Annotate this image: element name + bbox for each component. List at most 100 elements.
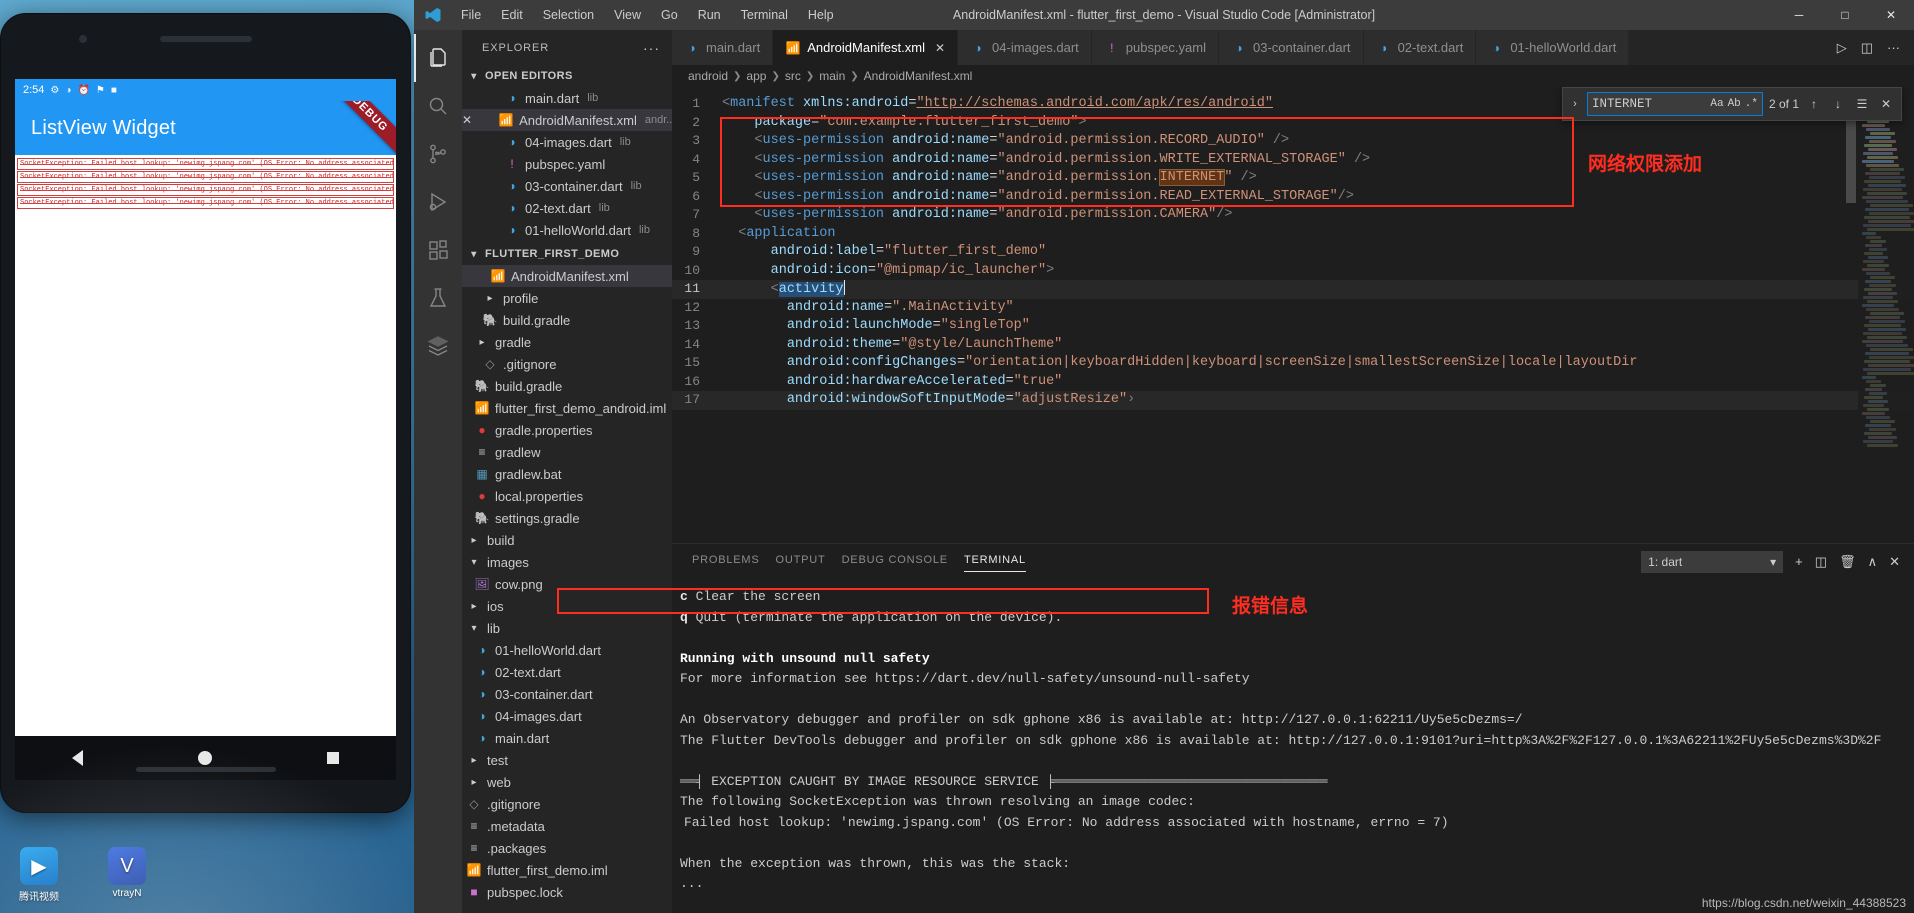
maximize-button[interactable]: □ — [1822, 0, 1868, 30]
close-panel-icon[interactable]: ✕ — [1889, 554, 1900, 570]
code-line[interactable]: 17 android:windowSoftInputMode="adjustRe… — [672, 391, 1914, 410]
editor-minimap[interactable] — [1858, 87, 1914, 543]
tree-file[interactable]: ◇ .gitignore — [462, 353, 672, 375]
open-editor-item[interactable]: ! pubspec.yaml — [462, 153, 672, 175]
tree-file[interactable]: ◑ 02-text.dart — [462, 661, 672, 683]
tree-file[interactable]: 📶 flutter_first_demo_android.iml — [462, 397, 672, 419]
tree-file[interactable]: 🐘 build.gradle — [462, 309, 672, 331]
editor-tab[interactable]: ◑ 02-text.dart — [1363, 30, 1477, 65]
close-button[interactable]: ✕ — [1868, 0, 1914, 30]
split-editor-icon[interactable]: ◫ — [1861, 40, 1873, 56]
find-previous-icon[interactable]: ↑ — [1805, 97, 1823, 111]
tree-file[interactable]: 📶 flutter_first_demo.iml — [462, 859, 672, 881]
editor-more-icon[interactable]: ··· — [1887, 40, 1900, 55]
nav-back-icon[interactable] — [72, 750, 84, 766]
tree-file[interactable]: ◑ main.dart — [462, 727, 672, 749]
tab-problems[interactable]: PROBLEMS — [692, 554, 760, 570]
editor-tab[interactable]: ◑ 01-helloWorld.dart — [1476, 30, 1630, 65]
breadcrumb-item[interactable]: main — [819, 69, 845, 83]
nav-recents-icon[interactable] — [326, 752, 339, 764]
menu-file[interactable]: File — [452, 5, 490, 25]
tree-folder[interactable]: ▸ gradle — [462, 331, 672, 353]
menu-help[interactable]: Help — [799, 5, 843, 25]
find-input[interactable]: INTERNET Aa Ab .* — [1587, 92, 1763, 116]
find-widget[interactable]: › INTERNET Aa Ab .* 2 of 1 ↑ ↓ ☰ ✕ — [1562, 87, 1902, 121]
desktop-icon-vtrayn[interactable]: V vtrayN — [98, 847, 156, 903]
code-line[interactable]: 6 <uses-permission android:name="android… — [672, 188, 1914, 207]
code-line[interactable]: 3 <uses-permission android:name="android… — [672, 132, 1914, 151]
code-line[interactable]: 7 <uses-permission android:name="android… — [672, 206, 1914, 225]
tree-file[interactable]: 🖼 cow.png — [462, 573, 672, 595]
menu-run[interactable]: Run — [689, 5, 730, 25]
editor-scrollbar[interactable] — [1844, 87, 1858, 543]
testing-icon[interactable] — [414, 274, 462, 322]
code-line[interactable]: 9 android:label="flutter_first_demo" — [672, 243, 1914, 262]
tree-file[interactable]: ▦ gradlew.bat — [462, 463, 672, 485]
split-terminal-icon[interactable]: ◫ — [1815, 554, 1827, 570]
match-case-icon[interactable]: Aa — [1710, 98, 1723, 110]
breadcrumb[interactable]: android ❯ app ❯ src ❯ main ❯ AndroidMani… — [672, 65, 1914, 87]
panel-actions[interactable]: 1: dart ▾ + ◫ 🗑 ∧ ✕ — [1641, 550, 1914, 573]
editor-tab-actions[interactable]: ▷ ◫ ··· — [1823, 30, 1914, 65]
open-editor-item[interactable]: ◑ 01-helloWorld.dart lib — [462, 219, 672, 241]
run-debug-icon[interactable] — [414, 178, 462, 226]
code-line[interactable]: 5 <uses-permission android:name="android… — [672, 169, 1914, 188]
menu-selection[interactable]: Selection — [534, 5, 603, 25]
tree-file[interactable]: ◑ 04-images.dart — [462, 705, 672, 727]
breadcrumb-item[interactable]: src — [785, 69, 801, 83]
tree-folder[interactable]: ▸ build — [462, 529, 672, 551]
window-controls[interactable]: ─ □ ✕ — [1776, 0, 1914, 30]
breadcrumb-item[interactable]: app — [746, 69, 766, 83]
open-editors-list[interactable]: ◑ main.dart lib ✕ 📶 AndroidManifest.xml andr..… — [462, 87, 672, 241]
open-editor-item[interactable]: ◑ 02-text.dart lib — [462, 197, 672, 219]
sidebar-more-icon[interactable]: ··· — [643, 40, 660, 56]
code-lines[interactable]: 1 <manifest xmlns:android="http://schemas… — [672, 87, 1914, 543]
find-next-icon[interactable]: ↓ — [1829, 97, 1847, 111]
code-line[interactable]: 14 android:theme="@style/LaunchTheme" — [672, 336, 1914, 355]
open-editor-item[interactable]: ◑ 04-images.dart lib — [462, 131, 672, 153]
tree-file[interactable]: ≡ .packages — [462, 837, 672, 859]
menu-terminal[interactable]: Terminal — [732, 5, 797, 25]
run-file-icon[interactable]: ▷ — [1837, 40, 1847, 56]
android-emulator[interactable]: 2:54 ⚙ ◑ ⏰ ⚑ ■ ListView Widget DEBUG Soc… — [0, 13, 411, 813]
menu-edit[interactable]: Edit — [492, 5, 532, 25]
maximize-panel-icon[interactable]: ∧ — [1868, 554, 1878, 570]
code-line[interactable]: 15 android:configChanges="orientation|ke… — [672, 354, 1914, 373]
source-control-icon[interactable] — [414, 130, 462, 178]
find-toggle-replace-icon[interactable]: › — [1569, 98, 1581, 110]
tree-file[interactable]: 📶 AndroidManifest.xml — [462, 265, 672, 287]
kill-terminal-icon[interactable]: 🗑 — [1839, 554, 1856, 570]
editor-tab[interactable]: ◑ 04-images.dart — [958, 30, 1092, 65]
open-editor-item[interactable]: ✕ 📶 AndroidManifest.xml andr... — [462, 109, 672, 131]
tree-folder[interactable]: ▸ web — [462, 771, 672, 793]
tree-folder[interactable]: ▾ images — [462, 551, 672, 573]
tree-file[interactable]: ≡ gradlew — [462, 441, 672, 463]
whole-word-icon[interactable]: Ab — [1728, 98, 1741, 110]
tree-file[interactable]: ◑ 03-container.dart — [462, 683, 672, 705]
code-line[interactable]: 12 android:name=".MainActivity" — [672, 299, 1914, 318]
tree-file[interactable]: ◇ .gitignore — [462, 793, 672, 815]
tab-debug-console[interactable]: DEBUG CONSOLE — [842, 554, 948, 570]
tree-file[interactable]: ■ pubspec.lock — [462, 881, 672, 903]
explorer-sidebar[interactable]: EXPLORER ··· ▾ OPEN EDITORS ◑ main.dart li… — [462, 30, 672, 913]
code-line[interactable]: 11 <activity — [672, 279, 1914, 299]
project-file-tree[interactable]: 📶 AndroidManifest.xml ▸ profile 🐘 build.gradl… — [462, 265, 672, 903]
code-line[interactable]: 4 <uses-permission android:name="android… — [672, 151, 1914, 170]
nav-home-icon[interactable] — [197, 751, 212, 765]
desktop-icon-tencent-video[interactable]: ▶ 腾讯视频 — [10, 847, 68, 903]
tree-file[interactable]: ● gradle.properties — [462, 419, 672, 441]
terminal-output[interactable]: c Clear the screen q Quit (terminate the … — [672, 579, 1914, 913]
tree-folder[interactable]: ▸ ios — [462, 595, 672, 617]
editor-tab[interactable]: 📶 AndroidManifest.xml ✕ — [773, 30, 959, 65]
tree-file[interactable]: ≡ .metadata — [462, 815, 672, 837]
editor-tab[interactable]: ◑ main.dart — [672, 30, 774, 65]
tree-file[interactable]: 🐘 settings.gradle — [462, 507, 672, 529]
tree-file[interactable]: 🐘 build.gradle — [462, 375, 672, 397]
terminal-selector[interactable]: 1: dart ▾ — [1641, 550, 1784, 573]
extensions-icon[interactable] — [414, 226, 462, 274]
tree-file[interactable]: ● local.properties — [462, 485, 672, 507]
tab-output[interactable]: OUTPUT — [776, 554, 826, 570]
code-line[interactable]: 13 android:launchMode="singleTop" — [672, 317, 1914, 336]
tree-folder[interactable]: ▾ lib — [462, 617, 672, 639]
menu-bar[interactable]: File Edit Selection View Go Run Terminal… — [452, 5, 843, 25]
